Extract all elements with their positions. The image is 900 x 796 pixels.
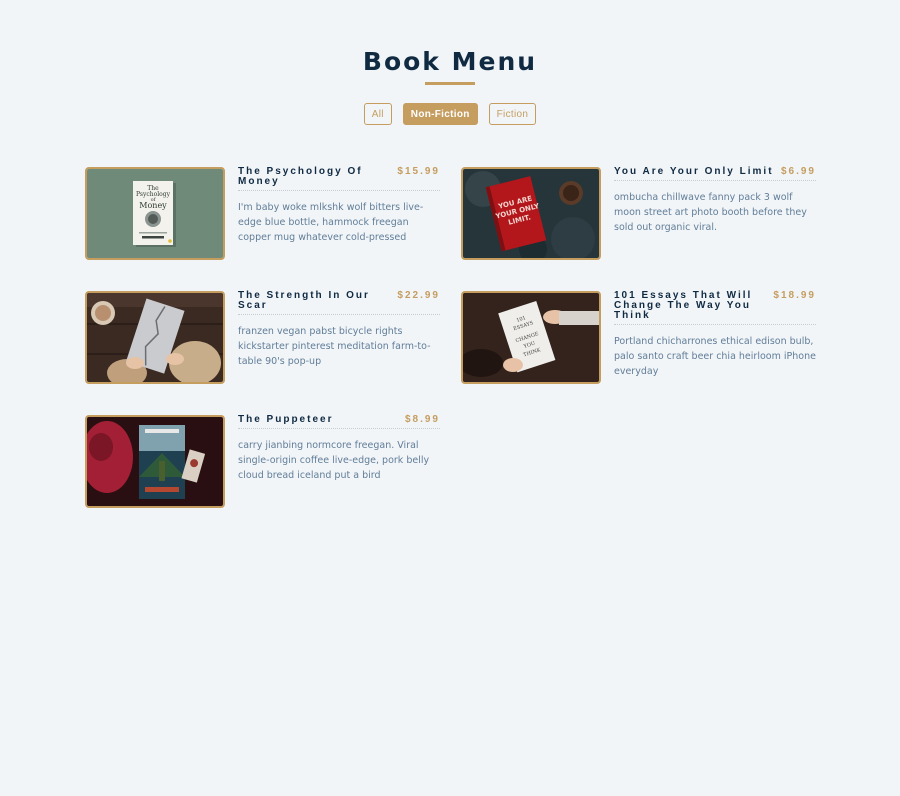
book-title: The Puppeteer	[238, 414, 334, 425]
filter-all-button[interactable]: All	[363, 103, 392, 125]
book-photo-psychology-of-money: The Psychology of Money	[85, 167, 225, 260]
item-info: The Strength In Our Scar $22.99 franzen …	[238, 291, 440, 384]
book-photo-your-only-limit: YOU ARE YOUR ONLY LIMIT.	[461, 167, 601, 260]
menu-item: The Puppeteer $8.99 carry jianbing normc…	[85, 415, 440, 508]
page-title: Book Menu	[362, 47, 538, 76]
filter-bar: All Non-Fiction Fiction	[0, 103, 900, 125]
book-description: carry jianbing normcore freegan. Viral s…	[238, 440, 430, 481]
item-info: 101 Essays That Will Change The Way You …	[614, 291, 816, 384]
book-photo-puppeteer	[85, 415, 225, 508]
item-header: The Puppeteer $8.99	[238, 415, 440, 429]
book-title: The Strength In Our Scar	[238, 290, 370, 311]
book-photo-strength-in-our-scar	[85, 291, 225, 384]
book-title: The Psychology Of Money	[238, 166, 363, 187]
menu-item: 101 ESSAYS CHANGE YOU THINK 101 Essays T…	[461, 291, 816, 384]
item-info: You Are Your Only Limit $6.99 ombucha ch…	[614, 167, 816, 260]
book-price: $15.99	[397, 166, 440, 177]
item-info: The Puppeteer $8.99 carry jianbing normc…	[238, 415, 440, 508]
item-header: You Are Your Only Limit $6.99	[614, 167, 816, 181]
book-title: You Are Your Only Limit	[614, 166, 774, 177]
item-header: 101 Essays That Will Change The Way You …	[614, 291, 816, 325]
menu-item: The Psychology of Money The Psychology O…	[85, 167, 440, 260]
book-price: $8.99	[404, 414, 440, 425]
filter-fiction-button[interactable]: Fiction	[488, 103, 537, 125]
red-notebook-image: YOU ARE YOUR ONLY LIMIT.	[463, 169, 599, 258]
item-header: The Strength In Our Scar $22.99	[238, 291, 440, 315]
cover-text: Money	[139, 201, 167, 210]
book-title: 101 Essays That Will Change The Way You …	[614, 290, 753, 321]
book-description: Portland chicharrones ethical edison bul…	[614, 336, 816, 377]
header: Book Menu	[0, 0, 900, 85]
book-price: $22.99	[397, 290, 440, 301]
menu-grid: The Psychology of Money The Psychology O…	[85, 167, 816, 508]
item-info: The Psychology Of Money $15.99 I'm baby …	[238, 167, 440, 260]
psychology-of-money-cover-image: The Psychology of Money	[87, 169, 223, 258]
scar-book-image	[87, 293, 223, 382]
menu-item: YOU ARE YOUR ONLY LIMIT. You Are Your On…	[461, 167, 816, 260]
book-description: I'm baby woke mlkshk wolf bitters live-e…	[238, 202, 424, 243]
puppeteer-book-image	[87, 417, 223, 506]
book-description: ombucha chillwave fanny pack 3 wolf moon…	[614, 192, 807, 233]
menu-item: The Strength In Our Scar $22.99 franzen …	[85, 291, 440, 384]
essays-book-image: 101 ESSAYS CHANGE YOU THINK	[463, 293, 599, 382]
filter-non-fiction-button[interactable]: Non-Fiction	[402, 103, 478, 125]
book-photo-101-essays: 101 ESSAYS CHANGE YOU THINK	[461, 291, 601, 384]
item-header: The Psychology Of Money $15.99	[238, 167, 440, 191]
book-price: $6.99	[780, 166, 816, 177]
title-underline	[425, 82, 475, 85]
book-description: franzen vegan pabst bicycle rights kicks…	[238, 326, 431, 367]
book-price: $18.99	[773, 290, 816, 301]
